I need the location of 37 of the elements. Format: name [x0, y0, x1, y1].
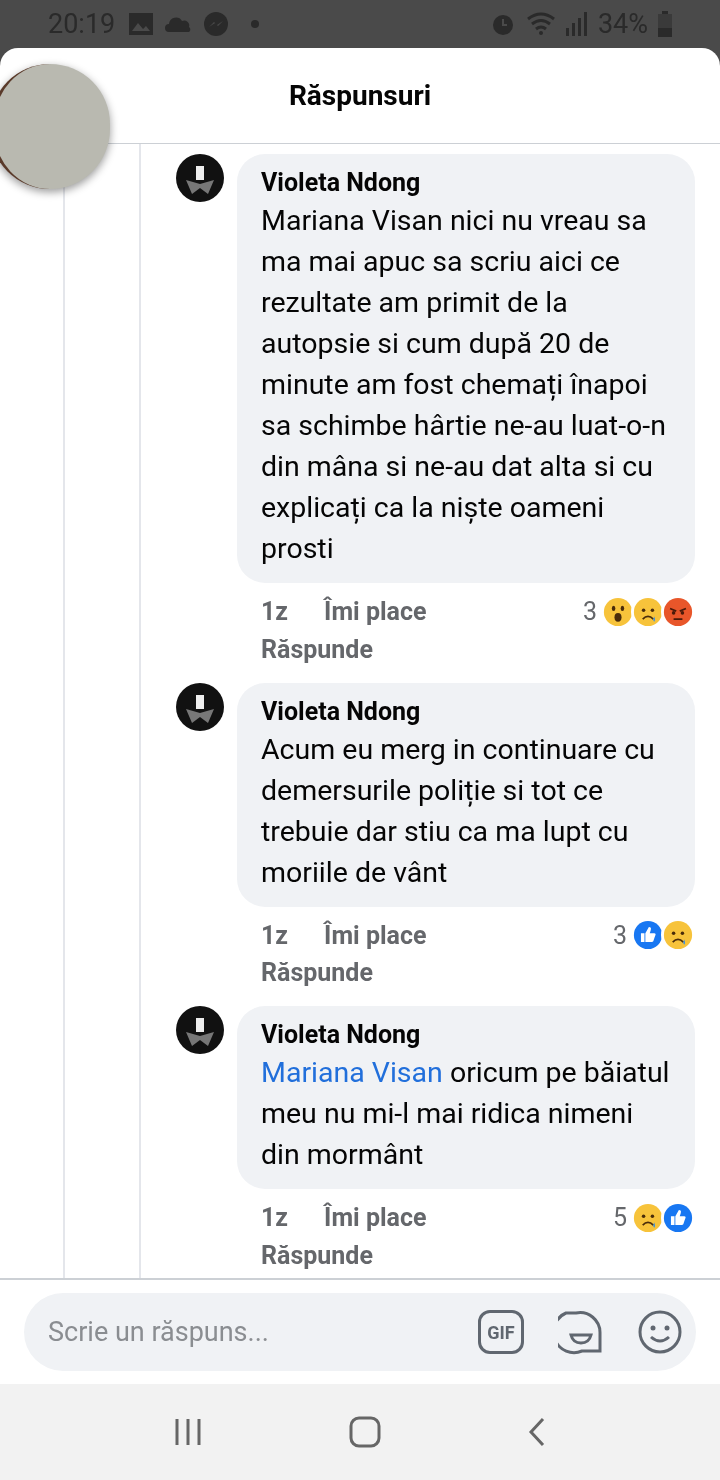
comment-text: Mariana Visan oricum pe băiatul meu nu mi-l mai ridica nimeni din mormânt [261, 1055, 671, 1173]
reply-link[interactable]: Răspunde [237, 630, 373, 673]
gif-button[interactable]: GIF [478, 1310, 524, 1354]
image-icon [129, 13, 154, 35]
author-name[interactable]: Violeta Ndong [261, 694, 671, 729]
messenger-icon [203, 11, 230, 37]
comment-time: 1z [261, 919, 289, 952]
comment-time: 1z [261, 596, 289, 628]
wifi-icon [525, 11, 556, 37]
like-link[interactable]: Îmi place [324, 593, 427, 631]
emoji-icon[interactable] [638, 1310, 682, 1354]
reaction-count: 5 [612, 1202, 627, 1234]
home-icon[interactable] [349, 1416, 381, 1448]
author-name[interactable]: Violeta Ndong [261, 166, 671, 200]
comment-text: Mariana Visan nici nu vreau sa ma mai apuc sa scriu aici ce rezultate am primit de la autopsie si cum după 20 de minute am fost chemați înapoi sa schimbe hârtie ne-au luat-o-n din mâna si ne-au dat alta si cu explicați ca la niște oameni prosti [261, 203, 667, 567]
mention-link[interactable]: Mariana Visan [261, 1056, 443, 1089]
reaction-count: 3 [612, 919, 627, 952]
recent-apps-icon[interactable] [173, 1417, 203, 1447]
avatar-icon[interactable] [176, 154, 224, 202]
input-placeholder: Scrie un răspuns... [48, 1314, 270, 1350]
header-title: Răspunsuri [288, 77, 432, 114]
battery-icon [658, 11, 672, 37]
like-link[interactable]: Îmi place [324, 1199, 427, 1237]
avatar-icon[interactable] [176, 1006, 224, 1054]
like-link[interactable]: Îmi place [324, 916, 427, 954]
author-name[interactable]: Violeta Ndong [261, 1018, 671, 1052]
dot-icon [251, 20, 260, 28]
reply-link[interactable]: Răspunde [237, 1236, 373, 1278]
comment-text: Acum eu merg in continuare cu demersurile poliție si tot ce trebuie dar stiu ca ma lupt cu moriile de vânt [261, 731, 656, 891]
signal-icon [565, 12, 588, 36]
avatar-icon[interactable] [176, 682, 224, 731]
reply-link[interactable]: Răspunde [237, 954, 373, 996]
reaction-count: 3 [582, 596, 597, 628]
comment-time: 1z [261, 1202, 289, 1234]
reply-input[interactable]: Scrie un răspuns... GIF [24, 1293, 696, 1371]
back-icon[interactable] [527, 1417, 547, 1447]
sticker-icon[interactable] [558, 1309, 604, 1355]
